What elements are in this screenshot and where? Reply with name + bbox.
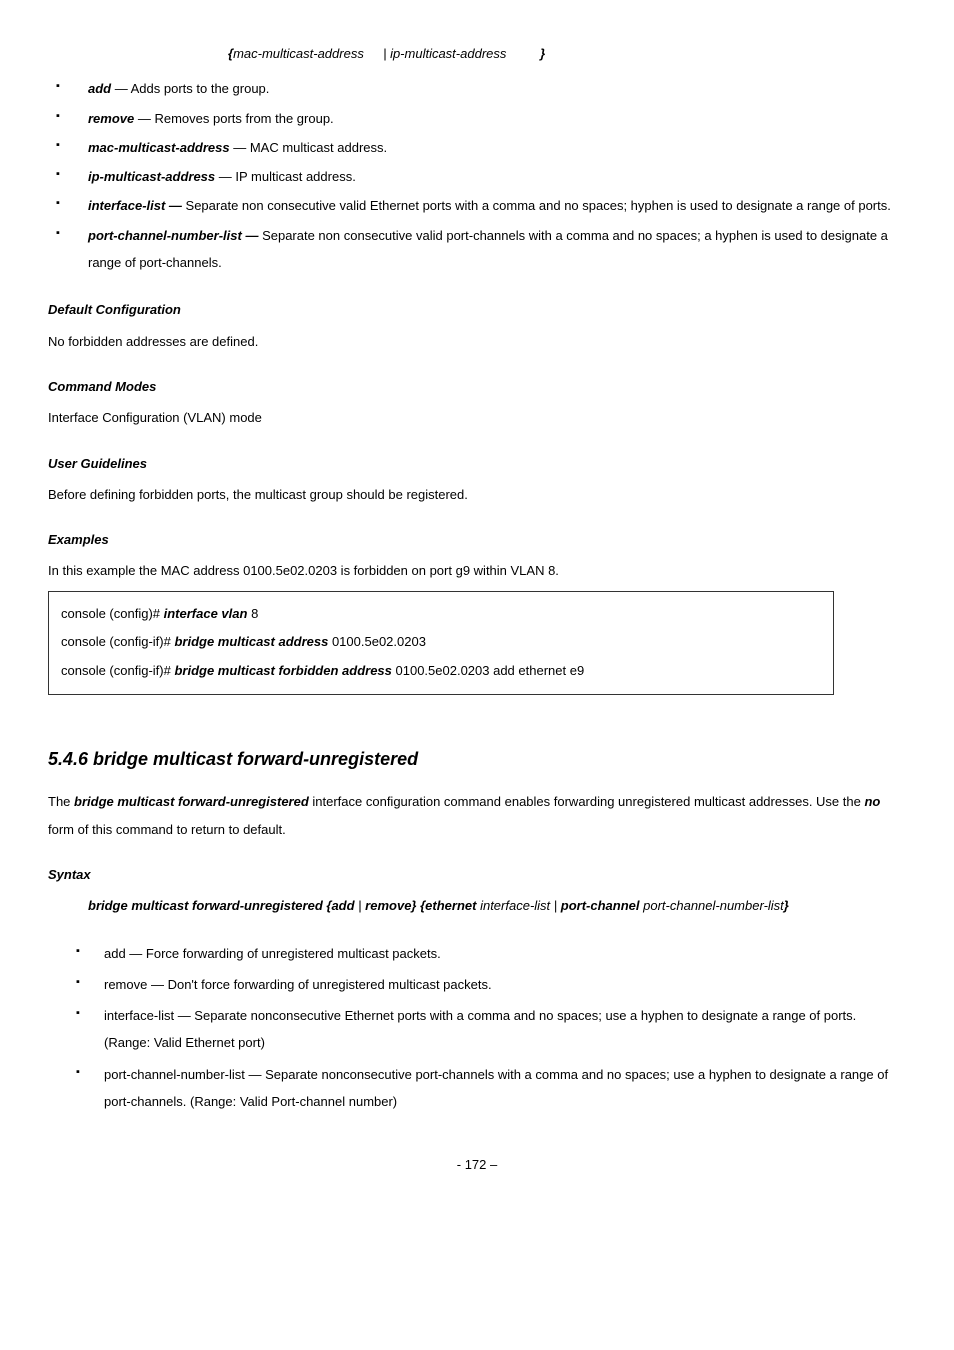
param-lead: remove: [88, 111, 134, 126]
syntax-remove: remove: [365, 898, 411, 913]
example-arg: 0100.5e02.0203 add ethernet e9: [396, 663, 585, 678]
user-guidelines-heading: User Guidelines: [48, 450, 906, 477]
param-lead: add: [88, 81, 111, 96]
list-item: mac-multicast-address — MAC multicast ad…: [48, 134, 906, 161]
command-modes-body: Interface Configuration (VLAN) mode: [48, 404, 906, 431]
syntax-interface-list: interface-list: [480, 898, 554, 913]
command-title: 5.4.6 bridge multicast forward-unregiste…: [48, 741, 906, 779]
intro-bold2: no: [864, 794, 880, 809]
intro-end: form of this command to return to defaul…: [48, 822, 286, 837]
list-item: remove — Don't force forwarding of unreg…: [76, 971, 906, 998]
syntax-brace-close: }: [540, 46, 545, 61]
syntax-pc-list: port-channel-number-list: [643, 898, 784, 913]
examples-heading: Examples: [48, 526, 906, 553]
example-row: console (config-if)# bridge multicast fo…: [61, 657, 821, 686]
parameter-list: add — Adds ports to the group. remove — …: [48, 75, 906, 276]
example-box: console (config)# interface vlan 8 conso…: [48, 591, 834, 695]
syntax-ethernet: ethernet: [425, 898, 480, 913]
page-content: {mac-multicast-address | ip-multicast-ad…: [0, 0, 954, 1209]
example-cmd: interface vlan: [164, 606, 251, 621]
example-prompt: console (config-if)#: [61, 634, 174, 649]
list-item: interface-list — Separate non consecutiv…: [48, 192, 906, 219]
page-number: - 172 –: [48, 1151, 906, 1178]
example-arg: 8: [251, 606, 258, 621]
syntax-line: bridge multicast forward-unregistered {a…: [88, 892, 906, 919]
syntax-port-channel: port-channel: [561, 898, 643, 913]
example-row: console (config-if)# bridge multicast ad…: [61, 628, 821, 657]
param-text: — MAC multicast address.: [230, 140, 388, 155]
example-arg: 0100.5e02.0203: [332, 634, 426, 649]
list-item: port-channel-number-list — Separate non …: [48, 222, 906, 277]
list-item: remove — Removes ports from the group.: [48, 105, 906, 132]
syntax-arg2: ip-multicast-address: [390, 40, 540, 67]
command-modes-heading: Command Modes: [48, 373, 906, 400]
param-lead: mac-multicast-address: [88, 140, 230, 155]
examples-body: In this example the MAC address 0100.5e0…: [48, 557, 906, 584]
list-item: add — Adds ports to the group.: [48, 75, 906, 102]
example-prompt: console (config-if)#: [61, 663, 174, 678]
param-text: — Adds ports to the group.: [111, 81, 269, 96]
intro-bold: bridge multicast forward-unregistered: [74, 794, 312, 809]
list-item: ip-multicast-address — IP multicast addr…: [48, 163, 906, 190]
intro-mid: interface configuration command enables …: [312, 794, 864, 809]
syntax-heading: Syntax: [48, 861, 906, 888]
parameter-list-2: add — Force forwarding of unregistered m…: [76, 940, 906, 1116]
example-prompt: console (config)#: [61, 606, 164, 621]
syntax-arg1: mac-multicast-address: [233, 40, 383, 67]
param-lead: interface-list —: [88, 198, 186, 213]
param-lead: ip-multicast-address: [88, 169, 215, 184]
list-item: add — Force forwarding of unregistered m…: [76, 940, 906, 967]
intro-pre: The: [48, 794, 74, 809]
param-lead: port-channel-number-list —: [88, 228, 262, 243]
example-cmd: bridge multicast forbidden address: [174, 663, 395, 678]
syntax-pipe: |: [554, 898, 561, 913]
top-syntax-line: {mac-multicast-address | ip-multicast-ad…: [228, 40, 906, 67]
param-text: — IP multicast address.: [215, 169, 356, 184]
syntax-lead: bridge multicast forward-unregistered: [88, 898, 326, 913]
user-guidelines-body: Before defining forbidden ports, the mul…: [48, 481, 906, 508]
example-row: console (config)# interface vlan 8: [61, 600, 821, 629]
syntax-pipe: |: [383, 46, 390, 61]
param-text: Separate non consecutive valid Ethernet …: [186, 198, 891, 213]
list-item: port-channel-number-list — Separate nonc…: [76, 1061, 906, 1116]
default-config-body: No forbidden addresses are defined.: [48, 328, 906, 355]
command-intro: The bridge multicast forward-unregistere…: [48, 788, 906, 843]
brace-close: }: [784, 898, 789, 913]
example-cmd: bridge multicast address: [174, 634, 332, 649]
syntax-add: add: [331, 898, 358, 913]
list-item: interface-list — Separate nonconsecutive…: [76, 1002, 906, 1057]
default-config-heading: Default Configuration: [48, 296, 906, 323]
param-text: — Removes ports from the group.: [134, 111, 333, 126]
